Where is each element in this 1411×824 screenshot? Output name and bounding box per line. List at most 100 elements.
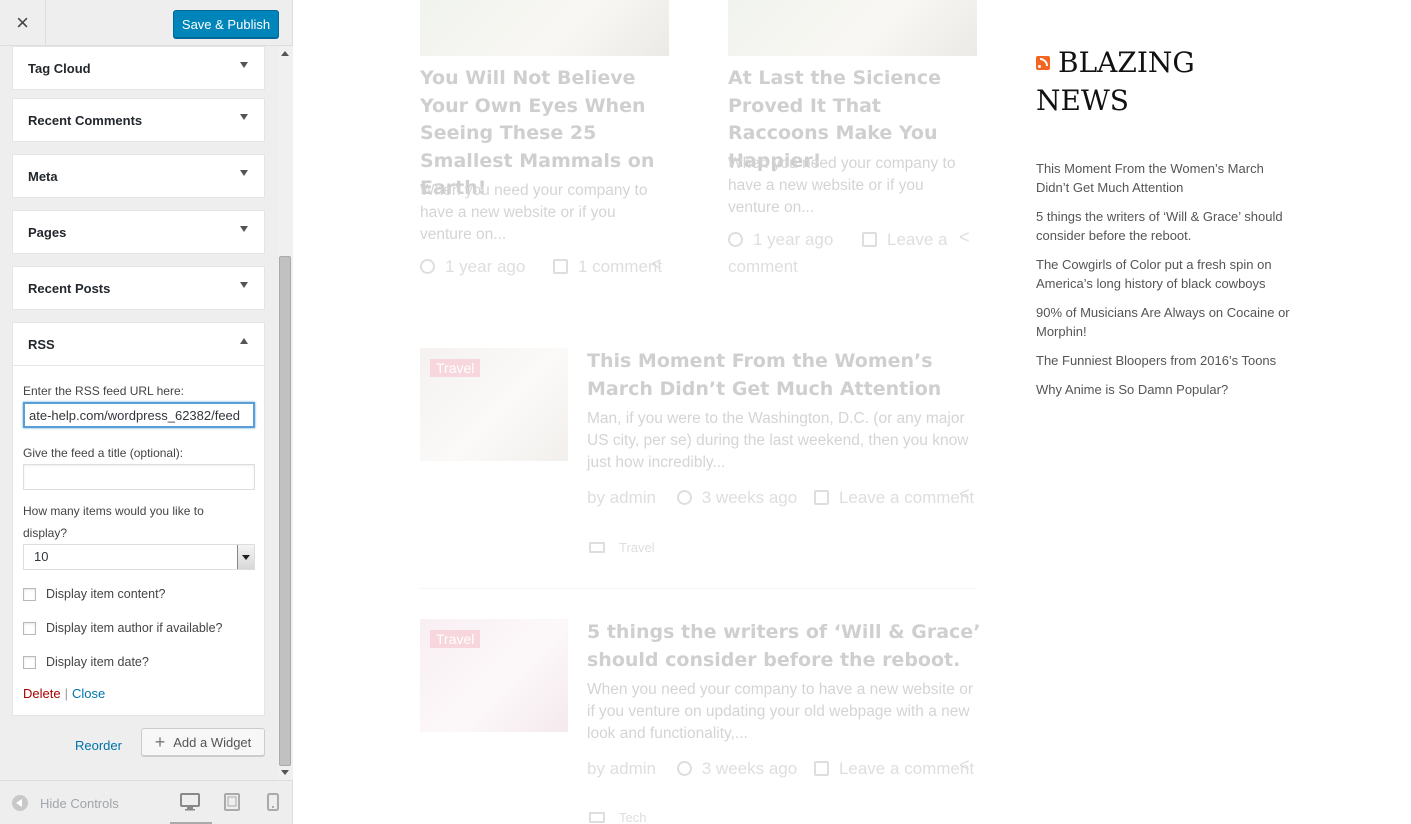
checkbox-label: Display item date? xyxy=(46,655,149,669)
save-publish-button[interactable]: Save & Publish xyxy=(173,10,279,38)
comments-count[interactable]: Leave a comment xyxy=(839,488,974,507)
widget-title: Meta xyxy=(28,168,58,184)
scroll-down-icon[interactable] xyxy=(281,770,289,775)
checkbox-label: Display item author if available? xyxy=(46,621,223,635)
widget-area-actions: Reorder + Add a Widget xyxy=(0,728,278,764)
rss-url-input[interactable] xyxy=(23,402,255,428)
rss-item-link[interactable]: 90% of Musicians Are Always on Cocaine o… xyxy=(1036,303,1296,341)
desktop-preview-button[interactable] xyxy=(170,793,212,824)
tablet-preview-button[interactable] xyxy=(224,793,240,816)
hide-controls-button[interactable]: Hide Controls xyxy=(12,795,119,811)
item-date-checkbox[interactable] xyxy=(23,655,36,669)
rss-item-link[interactable]: Why Anime is So Damn Popular? xyxy=(1036,380,1296,399)
reorder-link[interactable]: Reorder xyxy=(75,738,122,753)
post-divider xyxy=(420,588,977,589)
item-author-checkbox[interactable] xyxy=(23,621,36,635)
rss-item-link[interactable]: This Moment From the Women’s March Didn’… xyxy=(1036,159,1296,197)
widget-pages[interactable]: Pages xyxy=(12,210,265,254)
widget-title: Recent Comments xyxy=(28,112,143,128)
share-icon[interactable]: < xyxy=(959,484,970,505)
tablet-icon xyxy=(224,793,240,811)
scroll-up-icon[interactable] xyxy=(281,51,289,56)
comment-icon xyxy=(862,232,877,247)
delete-link[interactable]: Delete xyxy=(23,686,61,701)
close-customizer-button[interactable]: × xyxy=(0,0,46,46)
rss-title-label: Give the feed a title (optional): xyxy=(23,446,184,460)
close-icon: × xyxy=(16,10,29,35)
post-category[interactable]: Travel xyxy=(589,540,655,555)
add-widget-button[interactable]: + Add a Widget xyxy=(141,728,265,756)
chevron-down-icon[interactable] xyxy=(240,282,248,288)
share-icon[interactable]: < xyxy=(959,227,970,248)
chevron-down-icon[interactable] xyxy=(240,62,248,68)
by-label: by xyxy=(587,488,605,507)
sidebar-header: × Save & Publish xyxy=(0,0,292,46)
option-item-date[interactable]: Display item date? xyxy=(23,652,254,672)
post-comments[interactable]: 1 comment xyxy=(553,253,663,280)
option-item-content[interactable]: Display item content? xyxy=(23,584,254,604)
post-meta: by admin 3 weeks ago Leave a comment xyxy=(587,484,982,511)
comment-icon xyxy=(553,259,568,274)
clock-icon xyxy=(676,761,692,776)
sidebar-scrollbar[interactable] xyxy=(278,46,293,780)
category-badge[interactable]: Travel xyxy=(430,630,481,648)
post-thumbnail[interactable] xyxy=(420,0,669,56)
separator: | xyxy=(64,686,68,701)
widget-tag-cloud[interactable]: Tag Cloud xyxy=(12,46,265,90)
widget-recent-comments[interactable]: Recent Comments xyxy=(12,98,265,142)
widget-meta[interactable]: Meta xyxy=(12,154,265,198)
post-meta: by admin 3 weeks ago Leave a comment xyxy=(587,755,982,782)
chevron-down-icon[interactable] xyxy=(240,114,248,120)
widget-header[interactable]: Recent Posts xyxy=(13,267,264,309)
post-author[interactable]: admin xyxy=(610,759,656,778)
by-label: by xyxy=(587,759,605,778)
post-excerpt: Man, if you were to the Washington, D.C.… xyxy=(587,410,969,471)
share-icon[interactable]: < xyxy=(651,254,662,275)
rss-item-link[interactable]: The Funniest Bloopers from 2016’s Toons xyxy=(1036,351,1296,370)
widget-header[interactable]: Recent Comments xyxy=(13,99,264,141)
post-time: 1 year ago xyxy=(445,257,526,276)
post-time: 3 weeks ago xyxy=(701,759,798,778)
post-time: 3 weeks ago xyxy=(701,488,798,507)
widget-header[interactable]: RSS xyxy=(13,323,264,365)
sidebar-footer: Hide Controls xyxy=(0,780,292,824)
chevron-down-icon[interactable] xyxy=(240,170,248,176)
rss-item-link[interactable]: The Cowgirls of Color put a fresh spin o… xyxy=(1036,255,1296,293)
post-title[interactable]: This Moment From the Women’s March Didn’… xyxy=(587,348,982,403)
post-thumbnail[interactable] xyxy=(728,0,977,56)
widget-header[interactable]: Tag Cloud xyxy=(13,47,264,89)
comments-count[interactable]: Leave a comment xyxy=(839,759,974,778)
post-excerpt: When you need your company to have a new… xyxy=(420,182,648,243)
close-link[interactable]: Close xyxy=(72,686,105,701)
mobile-preview-button[interactable] xyxy=(267,793,279,816)
widget-header[interactable]: Pages xyxy=(13,211,264,253)
clock-icon xyxy=(676,490,692,505)
folder-icon xyxy=(589,542,605,553)
plus-icon: + xyxy=(154,732,166,752)
chevron-up-icon[interactable] xyxy=(240,338,248,344)
widget-header[interactable]: Meta xyxy=(13,155,264,197)
rss-widget-title: BLAZING NEWS xyxy=(1036,44,1276,120)
rss-widget-form: Enter the RSS feed URL here: Give the fe… xyxy=(13,365,264,715)
rss-item-link[interactable]: 5 things the writers of ‘Will & Grace’ s… xyxy=(1036,207,1296,245)
post-author[interactable]: admin xyxy=(610,488,656,507)
post-excerpt: When you need your company to have a new… xyxy=(728,155,956,216)
chevron-down-icon[interactable] xyxy=(237,545,254,569)
category-badge[interactable]: Travel xyxy=(430,359,481,377)
item-content-checkbox[interactable] xyxy=(23,587,36,601)
scrollbar-thumb[interactable] xyxy=(279,256,291,766)
rss-title-input[interactable] xyxy=(23,464,255,490)
chevron-down-icon[interactable] xyxy=(240,226,248,232)
option-item-author[interactable]: Display item author if available? xyxy=(23,618,254,638)
post-category[interactable]: Tech xyxy=(589,810,646,824)
widget-recent-posts[interactable]: Recent Posts xyxy=(12,266,265,310)
rss-icon[interactable] xyxy=(1036,56,1050,70)
post-title[interactable]: 5 things the writers of ‘Will & Grace’ s… xyxy=(587,619,982,674)
widget-title: RSS xyxy=(28,336,55,352)
post-excerpt: When you need your company to have a new… xyxy=(587,681,974,742)
select-value: 10 xyxy=(34,549,49,564)
rss-title-text[interactable]: BLAZING NEWS xyxy=(1036,46,1195,117)
share-icon[interactable]: < xyxy=(959,755,970,776)
rss-items-select[interactable]: 10 xyxy=(23,544,255,570)
post-comments[interactable]: Leave a comment xyxy=(728,226,953,280)
